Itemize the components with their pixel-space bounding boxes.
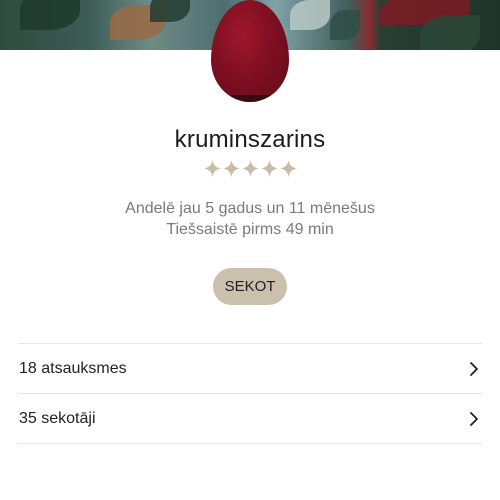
rating-star-icon bbox=[203, 160, 221, 177]
followers-row[interactable]: 35 sekotāji bbox=[18, 393, 482, 444]
chevron-right-icon bbox=[470, 411, 478, 426]
member-since: Andelē jau 5 gadus un 11 mēnešus bbox=[125, 200, 375, 217]
rating-star-icon bbox=[241, 160, 259, 177]
rating-star-icon bbox=[260, 160, 278, 177]
avatar bbox=[211, 0, 289, 102]
username: kruminszarins bbox=[174, 126, 326, 153]
follow-button[interactable]: SEKOT bbox=[213, 268, 287, 305]
last-online-status: Tiešsaistē pirms 49 min bbox=[166, 221, 334, 238]
chevron-right-icon bbox=[470, 361, 478, 376]
avatar-bar bbox=[211, 95, 289, 102]
rating-star-icon bbox=[222, 160, 240, 177]
avatar-image bbox=[211, 0, 289, 102]
seller-rating bbox=[0, 160, 500, 177]
reviews-label: 18 atsauksmes bbox=[19, 359, 127, 377]
rating-star-icon bbox=[279, 160, 297, 177]
profile-stats-list: 18 atsauksmes 35 sekotāji bbox=[18, 343, 482, 444]
followers-label: 35 sekotāji bbox=[19, 409, 96, 427]
reviews-row[interactable]: 18 atsauksmes bbox=[18, 343, 482, 393]
